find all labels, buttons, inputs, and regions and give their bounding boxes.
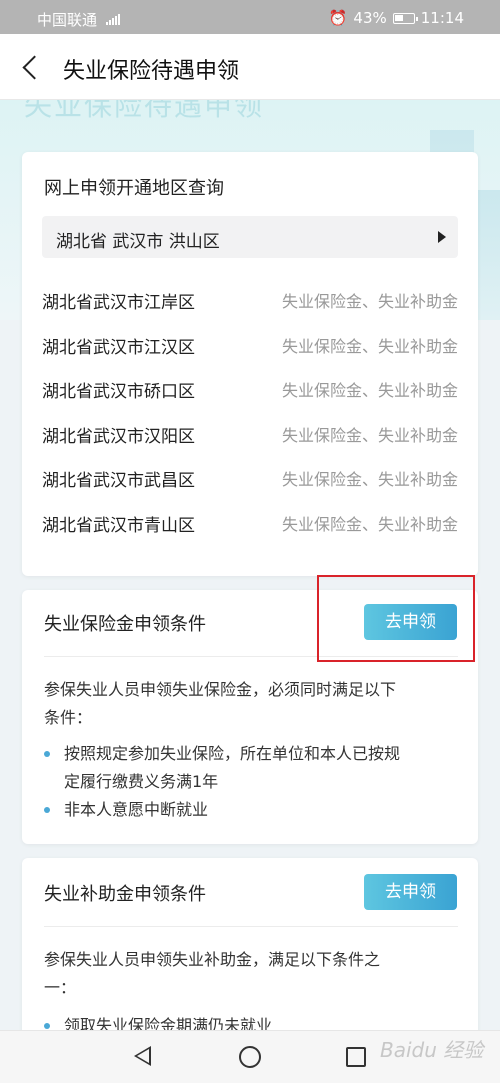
hero-banner-text: 失业保险待遇申领 <box>24 100 265 122</box>
apply-insurance-button[interactable]: 去申领 <box>364 604 457 640</box>
divider <box>44 656 458 657</box>
condition-item: 按照规定参加失业保险，所在单位和本人已按规 定履行缴费义务满1年 <box>44 740 464 796</box>
bullet-dot-icon <box>44 751 50 757</box>
region-name: 湖北省武汉市汉阳区 <box>42 427 195 447</box>
region-row: 湖北省武汉市武昌区 失业保险金、失业补助金 <box>42 466 458 494</box>
subsidy-desc-line: 参保失业人员申领失业补助金，满足以下条件之 <box>44 950 381 969</box>
region-services: 失业保险金、失业补助金 <box>281 515 458 534</box>
region-query-title: 网上申领开通地区查询 <box>44 178 224 199</box>
status-bar: 中国联通 ⏰ 43% 11:14 <box>0 0 500 34</box>
carrier-name: 中国联通 <box>37 11 98 29</box>
signal-icon <box>105 13 120 25</box>
region-row: 湖北省武汉市江汉区 失业保险金、失业补助金 <box>42 333 458 361</box>
bullet-dot-icon <box>44 807 50 813</box>
region-services: 失业保险金、失业补助金 <box>281 337 458 356</box>
region-row: 湖北省武汉市硚口区 失业保险金、失业补助金 <box>42 377 458 405</box>
region-services: 失业保险金、失业补助金 <box>281 381 458 400</box>
carrier-label: 中国联通 <box>37 9 120 30</box>
status-right: ⏰ 43% 11:14 <box>329 9 464 27</box>
region-selector[interactable]: 湖北省 武汉市 洪山区 <box>42 216 458 258</box>
region-name: 湖北省武汉市武昌区 <box>42 471 195 491</box>
alarm-icon: ⏰ <box>328 9 348 27</box>
page-title: 失业保险待遇申领 <box>63 59 240 84</box>
battery-percent: 43% <box>353 9 387 27</box>
battery-icon <box>392 12 418 24</box>
region-name: 湖北省武汉市江汉区 <box>42 338 195 358</box>
region-services: 失业保险金、失业补助金 <box>281 292 458 311</box>
region-selector-value: 湖北省 武汉市 洪山区 <box>56 232 220 252</box>
insurance-conditions-card: 失业保险金申领条件 去申领 参保失业人员申领失业保险金，必须同时满足以下 条件：… <box>22 590 478 844</box>
condition-line: 按照规定参加失业保险，所在单位和本人已按规 <box>64 744 401 763</box>
region-row: 湖北省武汉市青山区 失业保险金、失业补助金 <box>42 511 458 539</box>
back-arrow-icon[interactable] <box>14 47 50 87</box>
nav-home-icon[interactable] <box>239 1046 261 1068</box>
nav-recent-apps-icon[interactable] <box>346 1047 366 1067</box>
caret-right-icon <box>438 231 446 243</box>
nav-back-icon[interactable] <box>134 1046 151 1066</box>
subsidy-section-title: 失业补助金申领条件 <box>44 884 206 905</box>
bullet-dot-icon <box>44 1023 50 1029</box>
apply-subsidy-button[interactable]: 去申领 <box>364 874 457 910</box>
insurance-desc-line: 条件： <box>44 708 93 727</box>
title-bar: 失业保险待遇申领 <box>0 34 500 100</box>
region-name: 湖北省武汉市江岸区 <box>42 293 195 313</box>
condition-line: 定履行缴费义务满1年 <box>64 772 219 791</box>
divider <box>44 926 458 927</box>
watermark: Baidu 经验 <box>380 1038 484 1062</box>
region-services: 失业保险金、失业补助金 <box>281 470 458 489</box>
region-row: 湖北省武汉市江岸区 失业保险金、失业补助金 <box>42 288 458 316</box>
region-services: 失业保险金、失业补助金 <box>281 426 458 445</box>
insurance-desc-line: 参保失业人员申领失业保险金，必须同时满足以下 <box>44 680 397 699</box>
condition-item: 非本人意愿中断就业 <box>44 796 464 824</box>
subsidy-description: 参保失业人员申领失业补助金，满足以下条件之 一： <box>44 946 464 1002</box>
region-name: 湖北省武汉市青山区 <box>42 516 195 536</box>
clock: 11:14 <box>420 9 464 27</box>
insurance-section-title: 失业保险金申领条件 <box>44 614 206 635</box>
condition-line: 非本人意愿中断就业 <box>64 800 209 819</box>
region-query-card: 网上申领开通地区查询 湖北省 武汉市 洪山区 湖北省武汉市江岸区 失业保险金、失… <box>22 152 478 576</box>
region-row: 湖北省武汉市汉阳区 失业保险金、失业补助金 <box>42 422 458 450</box>
insurance-description: 参保失业人员申领失业保险金，必须同时满足以下 条件： <box>44 676 464 732</box>
region-name: 湖北省武汉市硚口区 <box>42 382 195 402</box>
subsidy-conditions-card: 失业补助金申领条件 去申领 参保失业人员申领失业补助金，满足以下条件之 一： 领… <box>22 858 478 1058</box>
subsidy-desc-line: 一： <box>44 978 77 997</box>
